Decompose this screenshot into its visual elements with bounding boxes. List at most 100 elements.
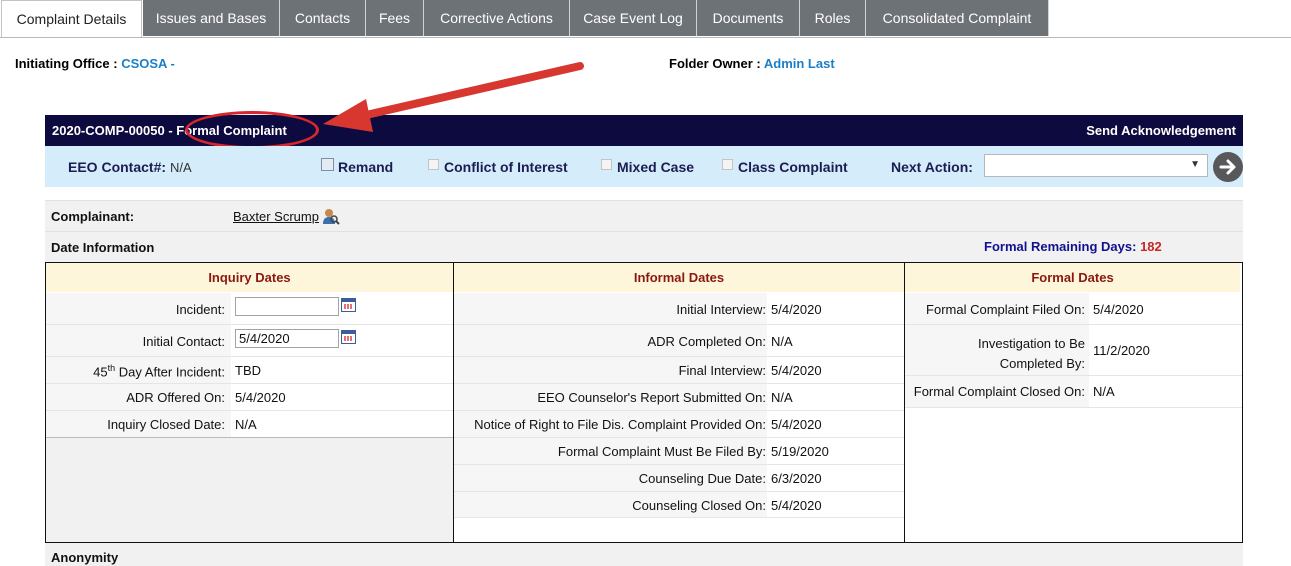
- initial-contact-input[interactable]: 5/4/2020: [235, 329, 339, 348]
- informal-row: Final Interview: 5/4/2020: [454, 357, 904, 384]
- informal-row-label: Notice of Right to File Dis. Complaint P…: [474, 417, 766, 432]
- formal-dates-heading: Formal Dates: [905, 263, 1240, 292]
- investigation-label-line1: Investigation to Be: [978, 336, 1085, 351]
- informal-row-value: 5/4/2020: [771, 498, 822, 513]
- day45-number: 45: [93, 364, 108, 380]
- adr-offered-label: ADR Offered On:: [126, 390, 225, 405]
- complainant-name-link[interactable]: Baxter Scrump: [233, 209, 319, 224]
- inquiry-closed-value-cell: N/A: [231, 411, 453, 437]
- informal-dates-column: Informal Dates Initial Interview: 5/4/202…: [454, 263, 905, 542]
- informal-row-value: N/A: [771, 334, 793, 349]
- informal-row-label: Final Interview:: [678, 363, 766, 378]
- informal-row: ADR Completed On: N/A: [454, 325, 904, 357]
- investigation-row: Investigation to Be Completed By: 11/2/20…: [905, 325, 1242, 376]
- day45-row: 45th Day After Incident: TBD: [46, 357, 453, 384]
- informal-dates-heading: Informal Dates: [454, 263, 904, 292]
- inquiry-dates-column: Inquiry Dates Incident: Initial Contact:…: [46, 263, 454, 542]
- formal-closed-row: Formal Complaint Closed On: N/A: [905, 376, 1242, 408]
- inquiry-closed-row: Inquiry Closed Date: N/A: [46, 411, 453, 438]
- informal-row-value: 6/3/2020: [771, 471, 822, 486]
- formal-dates-column: Formal Dates Formal Complaint Filed On: …: [905, 263, 1242, 542]
- informal-row-value: N/A: [771, 390, 793, 405]
- calendar-icon[interactable]: [341, 330, 356, 344]
- mixed-case-label: Mixed Case: [617, 159, 695, 175]
- eeo-contact-label: EEO Contact#:: [68, 159, 167, 175]
- calendar-icon[interactable]: [341, 298, 356, 312]
- arrow-right-icon[interactable]: [1213, 152, 1243, 182]
- date-information-label: Date Information: [51, 240, 155, 255]
- informal-row: Counseling Closed On: 5/4/2020: [454, 492, 904, 518]
- formal-filed-value: 5/4/2020: [1093, 302, 1144, 317]
- next-action-label: Next Action:: [891, 159, 973, 175]
- informal-row-value: 5/4/2020: [771, 363, 822, 378]
- informal-row: Initial Interview: 5/4/2020: [454, 293, 904, 325]
- inquiry-closed-value: N/A: [235, 417, 257, 432]
- initial-contact-label: Initial Contact:: [142, 334, 225, 349]
- informal-row-label: ADR Completed On:: [647, 334, 767, 349]
- informal-row-value-cell: 5/4/2020: [767, 411, 904, 437]
- mixed-case-checkbox[interactable]: [601, 159, 612, 170]
- initial-contact-value-cell: 5/4/2020: [231, 325, 453, 356]
- investigation-value: 11/2/2020: [1093, 343, 1150, 358]
- day45-value-cell: TBD: [231, 357, 453, 383]
- conflict-of-interest-label: Conflict of Interest: [444, 159, 568, 175]
- formal-filed-row: Formal Complaint Filed On: 5/4/2020: [905, 293, 1242, 325]
- conflict-of-interest-checkbox[interactable]: [428, 159, 439, 170]
- investigation-label: Investigation to Be Completed By:: [978, 334, 1085, 374]
- adr-offered-value: 5/4/2020: [235, 390, 286, 405]
- incident-input[interactable]: [235, 297, 339, 316]
- informal-row-value: 5/4/2020: [771, 417, 822, 432]
- remand-label: Remand: [338, 159, 394, 175]
- formal-remaining-label: Formal Remaining Days:: [984, 239, 1137, 254]
- investigation-label-line2: Completed By:: [999, 356, 1085, 371]
- case-flags-bar: EEO Contact#: N/A Remand Conflict of Int…: [45, 146, 1243, 187]
- class-complaint-checkbox[interactable]: [722, 159, 733, 170]
- informal-row: Counseling Due Date: 6/3/2020: [454, 465, 904, 492]
- adr-offered-value-cell: 5/4/2020: [231, 384, 453, 410]
- complainant-label: Complainant:: [51, 209, 135, 224]
- informal-row-value-cell: 5/19/2020: [767, 438, 904, 464]
- informal-row-value: 5/4/2020: [771, 302, 822, 317]
- incident-row: Incident:: [46, 293, 453, 325]
- adr-offered-row: ADR Offered On: 5/4/2020: [46, 384, 453, 411]
- inquiry-dates-heading: Inquiry Dates: [46, 263, 453, 292]
- person-lookup-icon[interactable]: [322, 208, 340, 228]
- informal-row: Notice of Right to File Dis. Complaint P…: [454, 411, 904, 438]
- informal-row-label: Formal Complaint Must Be Filed By:: [557, 444, 766, 459]
- informal-row-value-cell: 5/4/2020: [767, 293, 904, 324]
- formal-filed-value-cell: 5/4/2020: [1089, 293, 1242, 324]
- formal-closed-value-cell: N/A: [1089, 376, 1242, 407]
- informal-row-value-cell: 5/4/2020: [767, 492, 904, 517]
- class-complaint-label: Class Complaint: [738, 159, 848, 175]
- day45-label: 45th Day After Incident:: [93, 363, 225, 379]
- formal-remaining-days: Formal Remaining Days: 182: [984, 239, 1162, 254]
- informal-row-value: 5/19/2020: [771, 444, 829, 459]
- informal-row-label: Counseling Closed On:: [632, 498, 766, 513]
- dropdown-arrow-icon: ▼: [1190, 159, 1200, 170]
- formal-remaining-value: 182: [1140, 239, 1162, 254]
- informal-row-value-cell: N/A: [767, 325, 904, 356]
- dates-table: Inquiry Dates Incident: Initial Contact:…: [45, 262, 1243, 543]
- initial-contact-row: Initial Contact: 5/4/2020: [46, 325, 453, 357]
- remand-checkbox[interactable]: [321, 158, 334, 171]
- formal-closed-value: N/A: [1093, 384, 1115, 399]
- complainant-row: Complainant: Baxter Scrump: [45, 200, 1243, 231]
- day45-text: Day After Incident:: [115, 364, 225, 380]
- informal-row-label: Initial Interview:: [676, 302, 766, 317]
- inquiry-closed-label: Inquiry Closed Date:: [107, 417, 225, 432]
- day45-value: TBD: [235, 363, 261, 378]
- incident-label: Incident:: [175, 302, 225, 317]
- informal-row-value-cell: 5/4/2020: [767, 357, 904, 383]
- inquiry-filler: [46, 438, 453, 542]
- informal-row-label: Counseling Due Date:: [638, 471, 766, 486]
- informal-row-label: EEO Counselor's Report Submitted On:: [537, 390, 766, 405]
- informal-row-value-cell: 6/3/2020: [767, 465, 904, 491]
- informal-row: EEO Counselor's Report Submitted On: N/A: [454, 384, 904, 411]
- incident-value-cell: [231, 293, 453, 324]
- anonymity-row: Anonymity: [45, 543, 1243, 566]
- formal-closed-label: Formal Complaint Closed On:: [913, 384, 1085, 399]
- investigation-value-cell: 11/2/2020: [1089, 325, 1242, 375]
- eeo-contact-value: N/A: [170, 160, 192, 175]
- informal-filler: [454, 518, 904, 542]
- next-action-select[interactable]: ▼: [984, 154, 1208, 177]
